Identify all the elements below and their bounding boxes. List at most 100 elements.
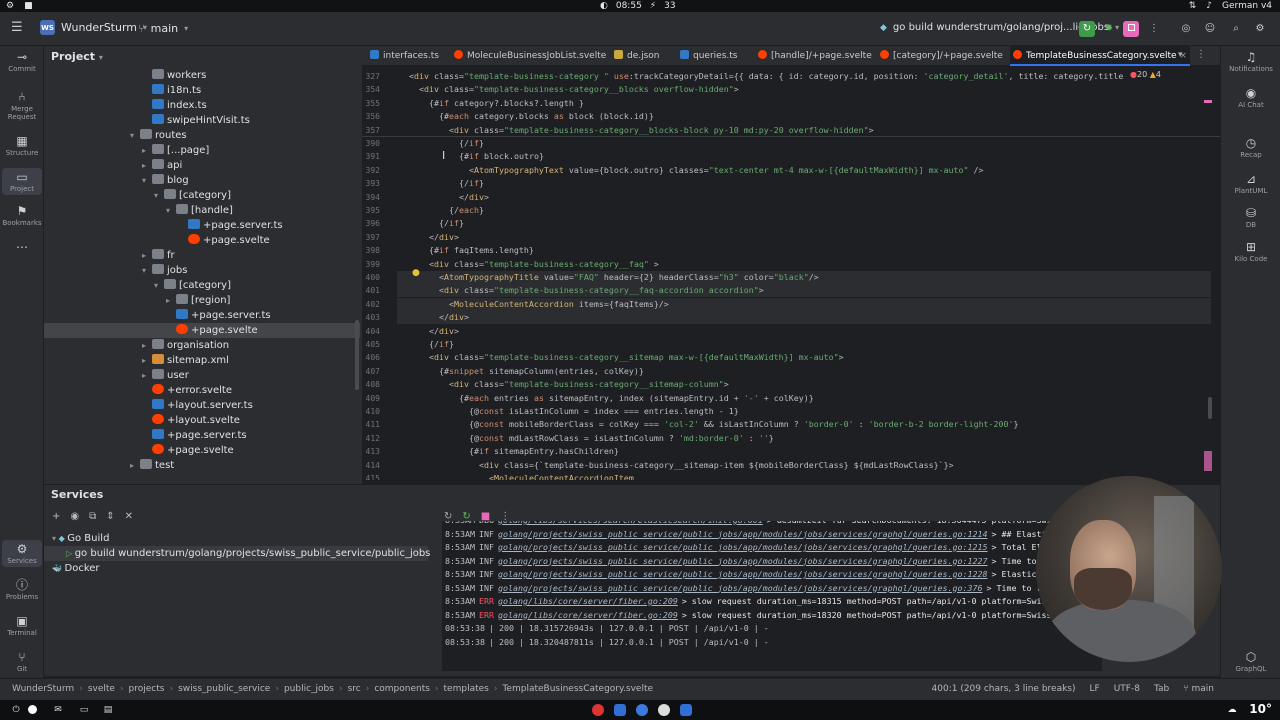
ai-assistant-icon[interactable]: ◎: [1178, 21, 1194, 37]
log-source-link[interactable]: golang/projects/swiss_public_service/pub…: [498, 529, 988, 539]
tree-item[interactable]: ▸ [...page]: [44, 143, 360, 158]
tree-item[interactable]: ▸ test: [44, 458, 360, 473]
tree-item[interactable]: +page.server.ts: [44, 308, 360, 323]
tree-item[interactable]: +layout.svelte: [44, 413, 360, 428]
tool-commit[interactable]: ⊸ Commit: [2, 50, 42, 73]
tabs-more-icon[interactable]: ⋮: [1196, 49, 1206, 60]
tab-queries-ts[interactable]: queries.ts: [680, 46, 737, 66]
indent-setting[interactable]: Tab: [1154, 684, 1169, 694]
breadcrumb-item[interactable]: components: [374, 684, 430, 694]
tree-item[interactable]: ▾ [category]: [44, 188, 360, 203]
tab-templatebusinesscategory-svelte[interactable]: TemplateBusinessCategory.svelte ×: [1010, 46, 1190, 66]
breadcrumb-item[interactable]: public_jobs: [284, 684, 334, 694]
ide-icon[interactable]: [680, 704, 692, 716]
tree-item[interactable]: ▸ fr: [44, 248, 360, 263]
tool-bookmarks[interactable]: ⚑ Bookmarks: [2, 204, 42, 227]
tree-item[interactable]: ▸ api: [44, 158, 360, 173]
tree-item[interactable]: ▸ organisation: [44, 338, 360, 353]
tree-item[interactable]: ▾ [handle]: [44, 203, 360, 218]
volume-icon[interactable]: ♪: [1206, 1, 1212, 11]
start-icon[interactable]: [28, 705, 37, 714]
keyboard-layout[interactable]: German v4: [1222, 1, 1272, 11]
eye-icon[interactable]: ◉: [70, 511, 79, 522]
tree-item[interactable]: ▾ routes: [44, 128, 360, 143]
tree-item[interactable]: ▸ [region]: [44, 293, 360, 308]
chevron-down-icon[interactable]: ▾: [166, 203, 176, 218]
chevron-right-icon[interactable]: ▸: [166, 293, 176, 308]
lightbulb-icon[interactable]: ●: [412, 268, 420, 278]
console-output[interactable]: 8:53AM DBG golang/libs/services/search/ela…: [442, 521, 1102, 671]
main-menu-icon[interactable]: ☰: [11, 21, 25, 34]
expand-all-icon[interactable]: ⇕: [106, 511, 114, 522]
chevron-down-icon[interactable]: ▾: [130, 128, 140, 143]
chevron-right-icon[interactable]: ▸: [142, 248, 152, 263]
tree-item[interactable]: ▾ [category]: [44, 278, 360, 293]
log-source-link[interactable]: golang/libs/core/server/fiber.go:209: [498, 596, 678, 606]
tool-services[interactable]: ⚙ Services: [2, 540, 42, 567]
chevron-down-icon[interactable]: ▾: [142, 263, 152, 278]
tree-item[interactable]: +page.server.ts: [44, 428, 360, 443]
more-tools-icon[interactable]: ⋯: [2, 240, 42, 255]
tool-git[interactable]: ⑂ Git: [2, 650, 42, 673]
browser-icon[interactable]: [592, 704, 604, 716]
tool-db[interactable]: ⛁ DB: [1223, 206, 1279, 229]
tool-structure[interactable]: ▦ Structure: [2, 134, 42, 157]
chevron-right-icon[interactable]: ▸: [142, 353, 152, 368]
code-editor[interactable]: 327 <div class="template-business-categor…: [362, 67, 1220, 480]
log-source-link[interactable]: golang/projects/swiss_public_service/pub…: [498, 583, 983, 593]
tree-item[interactable]: ▾ jobs: [44, 263, 360, 278]
tabs-overflow-icon[interactable]: ▾: [1178, 50, 1183, 60]
project-switcher[interactable]: WS WunderSturm ▾: [40, 20, 147, 35]
folder-icon[interactable]: ▤: [102, 704, 114, 716]
tree-item[interactable]: workers: [44, 68, 360, 83]
collapse-all-icon[interactable]: ✕: [125, 511, 133, 522]
tree-item[interactable]: i18n.ts: [44, 83, 360, 98]
tree-item[interactable]: +page.server.ts: [44, 218, 360, 233]
log-source-link[interactable]: golang/libs/services/search/elasticsearc…: [498, 521, 763, 525]
stop-button[interactable]: [1123, 21, 1139, 37]
tree-scrollbar[interactable]: [355, 320, 359, 390]
tab-interfaces-ts[interactable]: interfaces.ts: [370, 46, 439, 66]
account-icon[interactable]: ☺: [1202, 21, 1218, 37]
new-tab-icon[interactable]: ⧉: [89, 511, 96, 522]
tree-item[interactable]: ▸ user: [44, 368, 360, 383]
chevron-right-icon[interactable]: ▸: [142, 158, 152, 173]
chevron-down-icon[interactable]: ▾: [142, 173, 152, 188]
mail-icon[interactable]: ✉: [52, 704, 64, 716]
breadcrumb-item[interactable]: TemplateBusinessCategory.svelte: [502, 684, 653, 694]
tab-handle-page-svelte[interactable]: [handle]/+page.svelte: [758, 46, 872, 66]
tool-ai-chat[interactable]: ◉ AI Chat: [1223, 86, 1279, 109]
tree-item[interactable]: index.ts: [44, 98, 360, 113]
tool-graphql[interactable]: ⬡ GraphQL: [1223, 650, 1279, 673]
tree-item[interactable]: +page.svelte: [44, 443, 360, 458]
project-panel-title[interactable]: Project ▾: [51, 50, 103, 63]
chevron-right-icon[interactable]: ▸: [142, 368, 152, 383]
tree-item[interactable]: +layout.server.ts: [44, 398, 360, 413]
chevron-down-icon[interactable]: ▾: [154, 188, 164, 203]
settings-icon[interactable]: ⚙: [1252, 21, 1268, 37]
log-source-link[interactable]: golang/projects/swiss_public_service/pub…: [498, 542, 988, 552]
breadcrumb-item[interactable]: projects: [129, 684, 165, 694]
editor-scrollbar[interactable]: [1208, 397, 1212, 419]
chevron-right-icon[interactable]: ▸: [142, 143, 152, 158]
service-item[interactable]: ▾ ◆ Go Build: [44, 531, 109, 546]
inspection-widget[interactable]: ●20 ▲4: [1128, 70, 1161, 79]
window-icon[interactable]: ▭: [78, 704, 90, 716]
tool-project[interactable]: ▭ Project: [2, 168, 42, 195]
lock-icon[interactable]: ■: [24, 1, 33, 11]
network-icon[interactable]: ⇅: [1189, 1, 1197, 11]
branch-switcher[interactable]: ⑂ main ▾: [138, 22, 188, 35]
tool-problems[interactable]: ⓘ Problems: [2, 578, 42, 601]
log-source-link[interactable]: golang/projects/swiss_public_service/pub…: [498, 556, 988, 566]
tool-kilo-code[interactable]: ⊞ Kilo Code: [1223, 240, 1279, 263]
breadcrumb-item[interactable]: swiss_public_service: [178, 684, 270, 694]
status-branch[interactable]: ⑂ main: [1183, 684, 1214, 694]
service-item[interactable]: ▷ go build wunderstrum/golang/projects/s…: [44, 546, 430, 561]
tool-plantuml[interactable]: ⊿ PlantUML: [1223, 172, 1279, 195]
tool-terminal[interactable]: ▣ Terminal: [2, 614, 42, 637]
breadcrumb-item[interactable]: svelte: [88, 684, 115, 694]
tree-item[interactable]: swipeHintVisit.ts: [44, 113, 360, 128]
tree-item[interactable]: +error.svelte: [44, 383, 360, 398]
line-ending[interactable]: LF: [1090, 684, 1100, 694]
log-source-link[interactable]: golang/projects/swiss_public_service/pub…: [498, 569, 988, 579]
